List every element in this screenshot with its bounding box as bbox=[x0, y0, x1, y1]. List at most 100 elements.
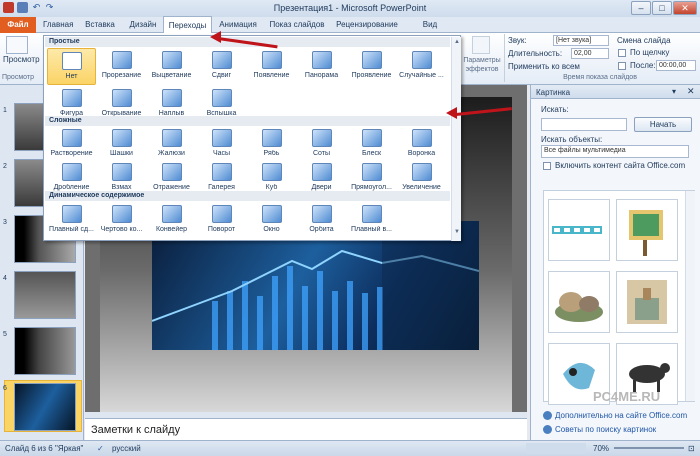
clipart-item[interactable] bbox=[548, 199, 610, 261]
close-button[interactable]: ✕ bbox=[673, 1, 697, 15]
transition-icon bbox=[61, 205, 82, 223]
transition-25[interactable]: Соты bbox=[297, 126, 346, 163]
clipart-sign bbox=[629, 210, 663, 256]
tab-view[interactable]: Вид bbox=[420, 17, 440, 33]
zoom-slider[interactable] bbox=[614, 447, 684, 449]
effect-options-button[interactable]: Параметры эффектов bbox=[460, 56, 504, 74]
notes-field[interactable]: Заметки к слайду bbox=[85, 418, 527, 440]
transition-icon bbox=[211, 51, 232, 69]
section-simple-items: Нет Прорезание Выцветание Сдвиг Появление Пан… bbox=[45, 48, 450, 124]
status-language[interactable]: русский bbox=[112, 441, 141, 456]
office-link-icon bbox=[543, 411, 552, 420]
status-bar: Слайд 6 из 6 "Яркая" ✓ русский 70% ⊡ bbox=[0, 440, 700, 456]
tab-slideshow[interactable]: Показ слайдов bbox=[268, 17, 326, 33]
transition-icon bbox=[361, 129, 382, 147]
slide-thumbnail[interactable] bbox=[14, 327, 76, 375]
scroll-down-icon[interactable]: ▼ bbox=[453, 229, 461, 237]
thumb-number: 3 bbox=[3, 219, 7, 226]
transition-icon bbox=[261, 163, 282, 181]
scroll-up-icon[interactable]: ▲ bbox=[453, 39, 461, 47]
transition-4[interactable]: Появление bbox=[247, 48, 296, 85]
clipart-item[interactable] bbox=[616, 199, 678, 261]
horizontal-scrollbar[interactable] bbox=[85, 412, 527, 418]
minimize-button[interactable]: – bbox=[631, 1, 651, 15]
preview-button[interactable]: Просмотр bbox=[3, 55, 40, 64]
transition-20[interactable]: Растворение bbox=[47, 126, 96, 163]
transition-label: Шашки bbox=[110, 150, 133, 157]
spellcheck-icon[interactable]: ✓ bbox=[97, 441, 104, 456]
include-office-checkbox[interactable] bbox=[543, 162, 551, 170]
transition-0[interactable]: Нет bbox=[47, 48, 96, 85]
after-field[interactable]: 00:00,00 bbox=[656, 60, 696, 71]
tab-home[interactable]: Главная bbox=[43, 17, 73, 33]
transition-label: Выцветание bbox=[151, 72, 192, 79]
transition-1[interactable]: Прорезание bbox=[97, 48, 146, 85]
clipart-item[interactable] bbox=[548, 271, 610, 333]
pane-close-icon[interactable]: ✕ bbox=[687, 86, 695, 97]
tab-insert[interactable]: Вставка bbox=[84, 17, 116, 33]
clipart-item[interactable] bbox=[616, 271, 678, 333]
thumb-number: 4 bbox=[3, 275, 7, 282]
after-checkbox[interactable] bbox=[618, 62, 626, 70]
transition-label: Появление bbox=[253, 72, 290, 79]
transition-27[interactable]: Воронка bbox=[397, 126, 446, 163]
transition-40[interactable]: Плавный сд... bbox=[47, 202, 96, 239]
ribbon-tabs: Главная Вставка Дизайн Анимация Показ сл… bbox=[0, 17, 700, 33]
transition-45[interactable]: Орбита bbox=[297, 202, 346, 239]
annotation-arrowhead bbox=[446, 107, 457, 119]
annotation-arrowhead bbox=[210, 31, 221, 43]
transition-6[interactable]: Проявление bbox=[347, 48, 396, 85]
transition-label: Жалюзи bbox=[158, 150, 185, 157]
transition-5[interactable]: Панорама bbox=[297, 48, 346, 85]
transition-2[interactable]: Выцветание bbox=[147, 48, 196, 85]
transition-icon bbox=[311, 163, 332, 181]
apply-all-button[interactable]: Применить ко всем bbox=[508, 62, 580, 71]
pane-menu-icon[interactable]: ▾ bbox=[672, 87, 676, 96]
maximize-button[interactable]: □ bbox=[652, 1, 672, 15]
transition-42[interactable]: Конвейер bbox=[147, 202, 196, 239]
transition-7[interactable]: Случайные ... bbox=[397, 48, 446, 85]
transition-icon bbox=[111, 89, 132, 107]
transition-icon bbox=[111, 51, 132, 69]
objects-label: Искать объекты: bbox=[541, 135, 603, 144]
duration-field[interactable]: 02,00 bbox=[571, 48, 609, 59]
tab-file[interactable]: Файл bbox=[0, 17, 36, 33]
results-scrollbar[interactable] bbox=[685, 191, 695, 401]
office-more-link[interactable]: Дополнительно на сайте Office.com bbox=[555, 411, 687, 420]
transition-22[interactable]: Жалюзи bbox=[147, 126, 196, 163]
tab-review[interactable]: Рецензирование bbox=[333, 17, 401, 33]
fit-window-icon[interactable]: ⊡ bbox=[688, 441, 695, 456]
transition-24[interactable]: Рябь bbox=[247, 126, 296, 163]
transition-44[interactable]: Окно bbox=[247, 202, 296, 239]
transition-46[interactable]: Плавный в... bbox=[347, 202, 396, 239]
transition-label: Орбита bbox=[309, 226, 334, 233]
transition-icon bbox=[61, 52, 82, 70]
view-buttons[interactable] bbox=[526, 443, 586, 454]
transition-label: Взмах bbox=[111, 184, 132, 191]
tab-animation[interactable]: Анимация bbox=[218, 17, 258, 33]
transition-43[interactable]: Поворот bbox=[197, 202, 246, 239]
slide-thumbnail[interactable] bbox=[14, 383, 76, 431]
transition-23[interactable]: Часы bbox=[197, 126, 246, 163]
sound-label: Звук: bbox=[508, 36, 527, 45]
transition-26[interactable]: Блеск bbox=[347, 126, 396, 163]
search-label: Искать: bbox=[541, 105, 569, 114]
search-input[interactable] bbox=[541, 118, 627, 131]
tab-transitions[interactable]: Переходы bbox=[163, 16, 212, 34]
transition-3[interactable]: Сдвиг bbox=[197, 48, 246, 85]
transition-41[interactable]: Чертово ко... bbox=[97, 202, 146, 239]
search-tips-link[interactable]: Советы по поиску картинок bbox=[555, 425, 656, 434]
tab-design[interactable]: Дизайн bbox=[127, 17, 159, 33]
transition-icon bbox=[61, 163, 82, 181]
transition-label: Воронка bbox=[407, 150, 436, 157]
thumb-number: 2 bbox=[3, 163, 7, 170]
transition-21[interactable]: Шашки bbox=[97, 126, 146, 163]
gallery-scrollbar[interactable]: ▲ ▼ bbox=[451, 37, 461, 241]
objects-select[interactable]: Все файлы мультимедиа bbox=[541, 145, 689, 158]
slide-thumbnail[interactable] bbox=[14, 271, 76, 319]
on-click-checkbox[interactable] bbox=[618, 49, 626, 57]
transition-label: Отражение bbox=[153, 184, 190, 191]
sound-select[interactable]: [Нет звука] bbox=[553, 35, 609, 46]
transition-icon bbox=[411, 51, 432, 69]
search-button[interactable]: Начать bbox=[634, 117, 692, 132]
